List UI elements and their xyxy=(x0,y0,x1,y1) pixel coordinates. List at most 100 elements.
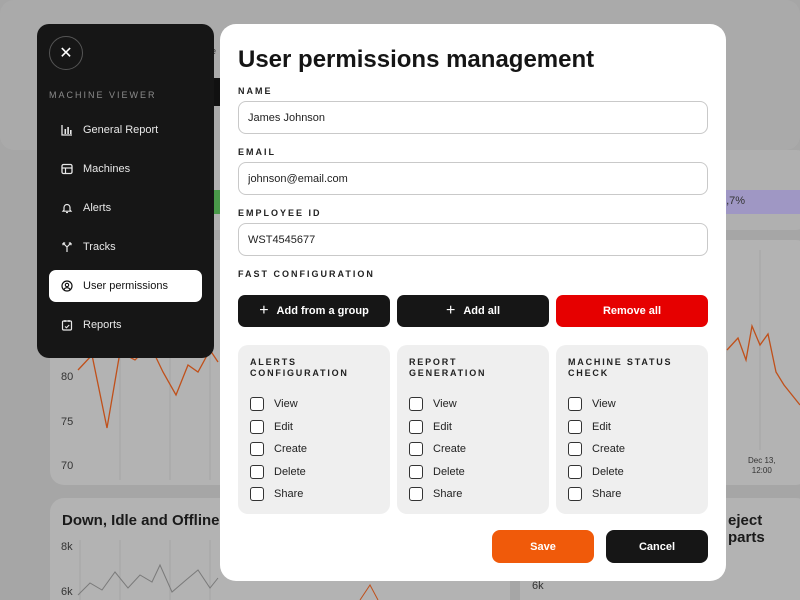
remove-all-label: Remove all xyxy=(602,305,662,317)
sidebar-heading: MACHINE VIEWER xyxy=(49,90,157,100)
checkbox[interactable] xyxy=(568,442,582,457)
checkbox-row[interactable]: View xyxy=(568,393,696,416)
checkbox-label: Create xyxy=(274,443,308,456)
checkbox-row[interactable]: Edit xyxy=(409,416,537,439)
checkbox-label: Share xyxy=(274,488,304,501)
checkbox[interactable] xyxy=(409,487,423,502)
checkbox[interactable] xyxy=(250,487,264,502)
checkbox-label: Edit xyxy=(433,420,452,433)
name-field-wrapper xyxy=(238,101,708,134)
report-icon xyxy=(61,319,73,331)
checkbox-label: Delete xyxy=(592,465,624,478)
modal-title: User permissions management xyxy=(238,46,595,73)
checkbox-label: Delete xyxy=(433,465,465,478)
checkbox[interactable] xyxy=(409,464,423,479)
bg-axis-label: 8k xyxy=(61,541,73,553)
checkbox-row[interactable]: Share xyxy=(409,483,537,506)
email-field-wrapper xyxy=(238,162,708,195)
checkbox[interactable] xyxy=(250,442,264,457)
checkbox-label: Share xyxy=(592,488,622,501)
bg-date-label: Dec 13, 12:00 xyxy=(748,456,776,475)
name-input[interactable] xyxy=(248,111,698,124)
sidebar: ✕ MACHINE VIEWER General Report Machines… xyxy=(37,24,214,358)
sidebar-item-machines[interactable]: Machines xyxy=(49,153,202,185)
fast-configuration-label: FAST CONFIGURATION xyxy=(238,269,375,279)
checkbox-row[interactable]: Edit xyxy=(250,416,378,439)
card-title: REPORT GENERATION xyxy=(409,357,487,378)
checkbox[interactable] xyxy=(250,464,264,479)
card-title: ALERTS CONFIGURATION xyxy=(250,357,349,378)
checkbox-row[interactable]: Create xyxy=(568,438,696,461)
tracks-icon xyxy=(61,241,73,253)
plus-icon: + xyxy=(259,302,269,319)
checkbox[interactable] xyxy=(409,397,423,412)
add-all-button[interactable]: + Add all xyxy=(397,295,549,327)
add-from-group-button[interactable]: + Add from a group xyxy=(238,295,390,327)
checkbox[interactable] xyxy=(568,397,582,412)
fast-config-buttons: + Add from a group + Add all Remove all xyxy=(238,295,708,327)
checkbox[interactable] xyxy=(568,464,582,479)
checkbox[interactable] xyxy=(568,487,582,502)
sidebar-item-user-permissions[interactable]: User permissions xyxy=(49,270,202,302)
checkbox-label: Create xyxy=(433,443,467,456)
checkbox-label: View xyxy=(592,398,616,411)
close-icon: ✕ xyxy=(59,45,73,62)
checkbox-label: View xyxy=(274,398,298,411)
sidebar-item-alerts[interactable]: Alerts xyxy=(49,192,202,224)
checkbox[interactable] xyxy=(250,397,264,412)
remove-all-button[interactable]: Remove all xyxy=(556,295,708,327)
bg-axis-label: 6k xyxy=(61,586,73,598)
employee-id-label: EMPLOYEE ID xyxy=(238,208,322,218)
checkbox-label: Edit xyxy=(274,420,293,433)
checkbox-row[interactable]: View xyxy=(250,393,378,416)
checkbox-label: Edit xyxy=(592,420,611,433)
email-input[interactable] xyxy=(248,172,698,185)
add-from-group-label: Add from a group xyxy=(276,305,369,317)
sidebar-item-general-report[interactable]: General Report xyxy=(49,114,202,146)
plus-icon: + xyxy=(445,302,456,319)
checkbox-label: Share xyxy=(433,488,463,501)
employee-id-field-wrapper xyxy=(238,223,708,256)
save-button[interactable]: Save xyxy=(492,530,594,563)
sidebar-item-tracks[interactable]: Tracks xyxy=(49,231,202,263)
checkbox[interactable] xyxy=(568,419,582,434)
checkbox-row[interactable]: View xyxy=(409,393,537,416)
add-all-label: Add all xyxy=(463,305,500,317)
cancel-button[interactable]: Cancel xyxy=(606,530,708,563)
permission-cards: ALERTS CONFIGURATION View Edit Create De… xyxy=(238,345,708,514)
bar-chart-icon xyxy=(61,124,73,136)
employee-id-input[interactable] xyxy=(248,233,698,246)
bg-axis-label: 6k xyxy=(532,580,544,592)
checkbox-row[interactable]: Edit xyxy=(568,416,696,439)
bg-axis-label: 70 xyxy=(61,460,74,472)
machine-icon xyxy=(61,163,73,175)
checkbox[interactable] xyxy=(409,419,423,434)
checkbox-row[interactable]: Share xyxy=(250,483,378,506)
checkbox-row[interactable]: Delete xyxy=(568,461,696,484)
checkbox-label: Delete xyxy=(274,465,306,478)
bg-card-title-left: Down, Idle and Offline xyxy=(62,512,220,529)
sidebar-item-label: Machines xyxy=(83,163,131,175)
permissions-modal: User permissions management NAME EMAIL E… xyxy=(220,24,726,581)
modal-footer: Save Cancel xyxy=(492,530,708,563)
checkbox-row[interactable]: Delete xyxy=(409,461,537,484)
sidebar-item-reports[interactable]: Reports xyxy=(49,309,202,341)
checkbox-row[interactable]: Delete xyxy=(250,461,378,484)
checkbox[interactable] xyxy=(250,419,264,434)
sidebar-item-label: General Report xyxy=(83,124,159,136)
sidebar-item-label: Reports xyxy=(83,319,122,331)
bg-axis-label: 80 xyxy=(61,371,74,383)
checkbox-row[interactable]: Share xyxy=(568,483,696,506)
checkbox-row[interactable]: Create xyxy=(409,438,537,461)
checkbox[interactable] xyxy=(409,442,423,457)
card-title: MACHINE STATUS CHECK xyxy=(568,357,673,378)
checkbox-label: View xyxy=(433,398,457,411)
checkbox-row[interactable]: Create xyxy=(250,438,378,461)
bg-axis-label: 75 xyxy=(61,416,74,428)
bell-icon xyxy=(61,202,73,214)
sidebar-item-label: Tracks xyxy=(83,241,116,253)
name-label: NAME xyxy=(238,86,273,96)
sidebar-item-label: User permissions xyxy=(83,280,168,292)
close-button[interactable]: ✕ xyxy=(49,36,83,70)
bg-card-title-right: eject parts xyxy=(728,512,765,546)
